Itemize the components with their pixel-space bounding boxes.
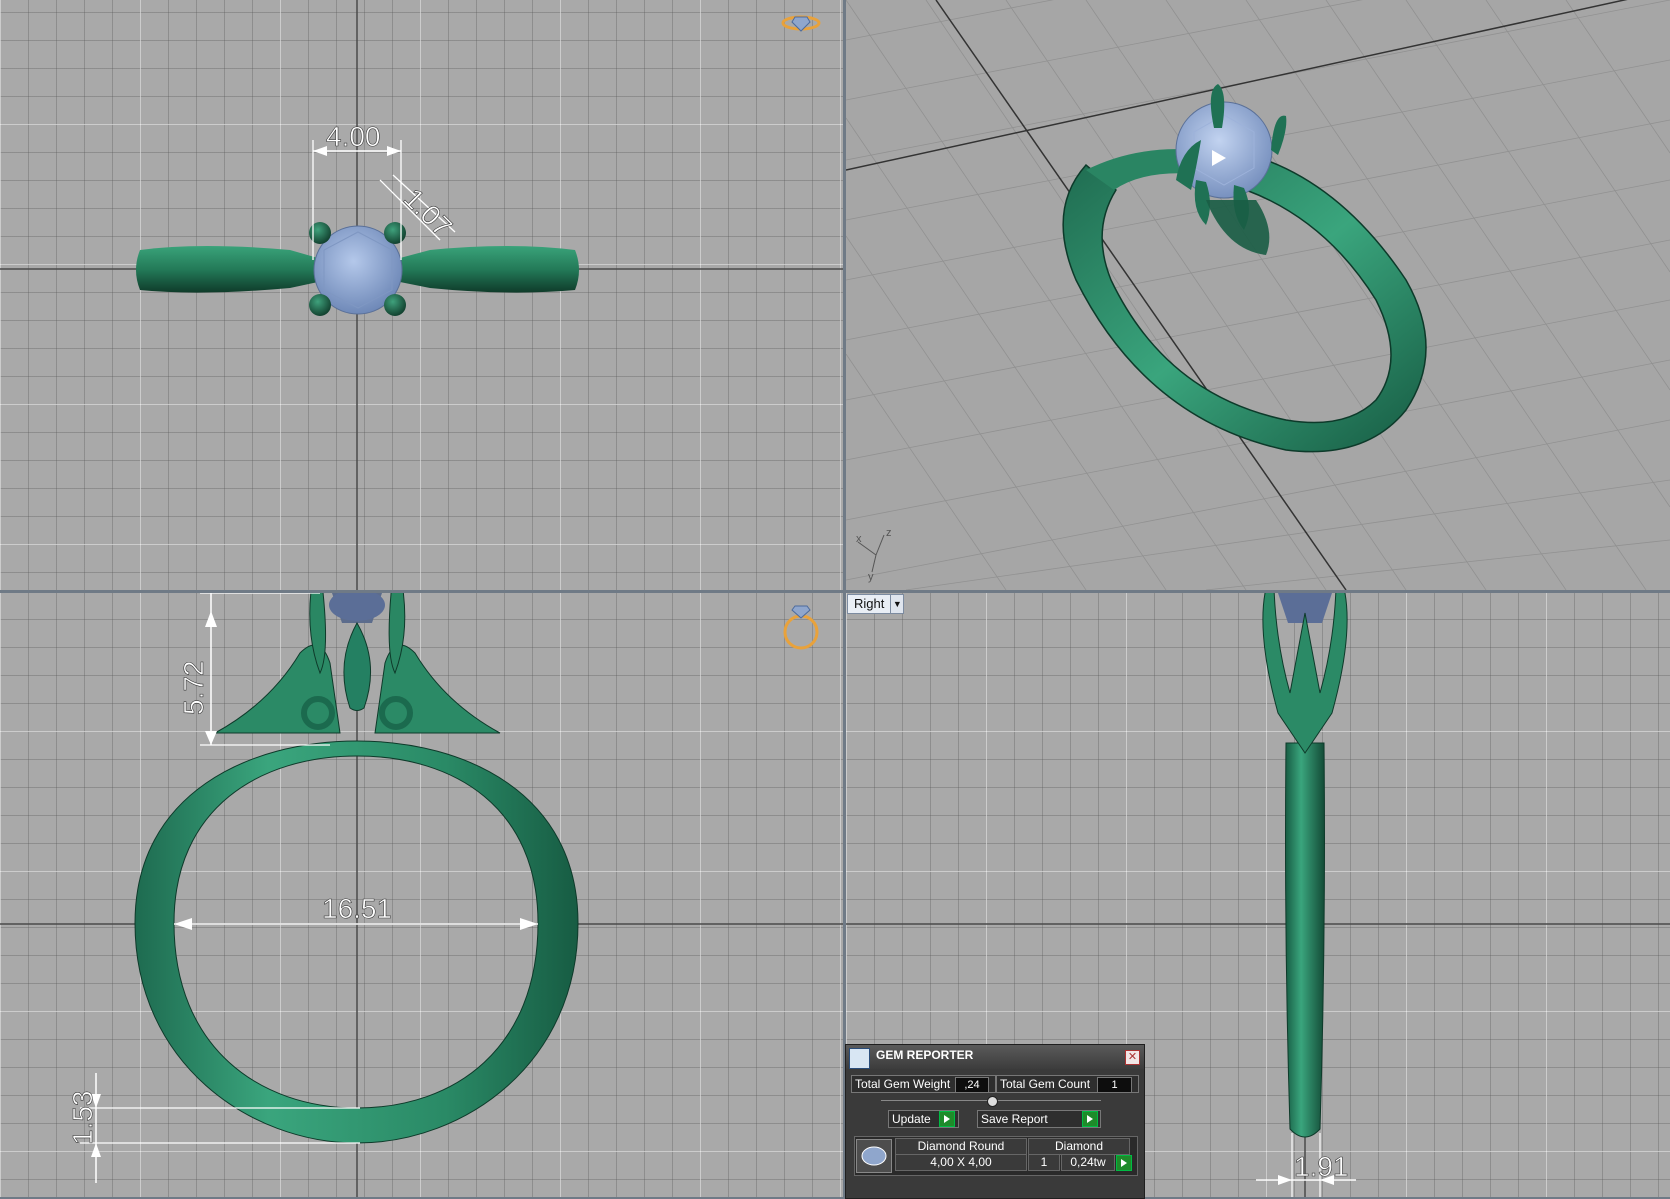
axis-triad-icon [857,534,885,573]
gem-size: 4,00 X 4,00 [895,1154,1027,1171]
dim-width-right: 1.91 [1294,1151,1349,1182]
gem-count: 1 [1028,1154,1060,1171]
band-left [136,246,318,293]
gem-thumbnail [856,1139,892,1173]
viewport-perspective[interactable]: x z y [846,0,1670,590]
update-go-icon[interactable] [939,1111,955,1127]
dim-inner-diameter: 16.51 [322,893,392,924]
axis-y-label: y [868,571,874,583]
gem-reporter-panel: GEM REPORTER ✕ Total Gem Weight ,24 Tota… [845,1044,1145,1199]
total-gem-weight-value: ,24 [955,1077,989,1093]
save-report-go-icon[interactable] [1082,1111,1098,1127]
ring-side [1285,742,1325,1138]
dim-band-front: 1.53 [67,1091,98,1146]
dim-width-top: 4.00 [326,121,381,152]
gem-row-go-icon[interactable] [1116,1155,1132,1171]
dim-prong-top: 1.07 [398,182,458,242]
close-icon[interactable]: ✕ [1125,1050,1140,1065]
top-view-drawing: 4.00 1.07 [0,0,843,590]
view-selector[interactable]: Right ▼ [847,594,905,614]
gem-shape: Diamond Round [895,1138,1027,1155]
axis-x-label: x [856,533,862,545]
chevron-down-icon[interactable]: ▼ [890,595,904,613]
ring-perspective [1062,84,1427,453]
front-view-drawing: 5.72 16.51 1.53 [0,593,843,1197]
perspective-view-drawing: x z y [846,0,1670,590]
view-selector-label: Right [854,596,885,611]
band-right [400,246,579,293]
dim-height-front: 5.72 [178,661,209,716]
viewport-top[interactable]: 4.00 1.07 [0,0,843,590]
total-gem-count-value: 1 [1097,1077,1132,1093]
gem-reporter-icon [849,1048,870,1069]
gem-weight: 0,24tw [1061,1154,1115,1171]
view-orientation-icon[interactable] [783,605,819,650]
gem-material: Diamond [1028,1138,1130,1155]
gem-reporter-titlebar[interactable]: GEM REPORTER ✕ [846,1045,1144,1069]
gem-reporter-title: GEM REPORTER [876,1048,974,1062]
viewport-front[interactable]: 5.72 16.51 1.53 [0,593,843,1197]
axis-z-label: z [886,527,892,539]
view-orientation-icon[interactable] [781,15,821,32]
slider-knob[interactable] [987,1096,998,1107]
